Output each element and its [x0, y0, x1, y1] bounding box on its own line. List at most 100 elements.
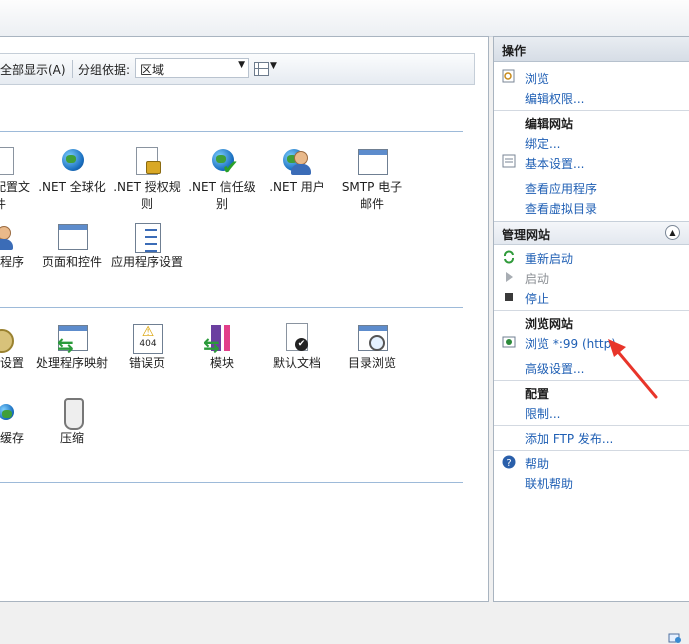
- feature-label: 应用程序设置: [110, 255, 183, 269]
- feature-item-smtp-email[interactable]: SMTP 电子邮件: [332, 145, 412, 213]
- feature-label: .NET 授权规则: [113, 180, 181, 211]
- basic-settings-link[interactable]: 基本设置...: [525, 155, 584, 172]
- config-heading: 配置: [525, 387, 550, 401]
- restart-link[interactable]: 重新启动: [525, 250, 573, 267]
- settings-icon: [0, 321, 20, 355]
- feature-label: 处理程序映射: [35, 356, 108, 370]
- config-file-icon: [0, 145, 20, 179]
- feature-item-net-users[interactable]: .NET 用户: [257, 145, 337, 196]
- feature-item-app-settings[interactable]: 应用程序设置: [107, 220, 187, 271]
- feature-item-net-authorization[interactable]: .NET 授权规则: [107, 145, 187, 213]
- features-view: [0, 36, 489, 602]
- lock-icon: [130, 145, 164, 179]
- globe-icon: [55, 145, 89, 179]
- feature-item-handler-mapping[interactable]: ⇆ 处理程序映射: [32, 321, 112, 372]
- feature-item-settings[interactable]: 设置: [0, 321, 34, 372]
- title-bar: [0, 0, 689, 37]
- annotation-arrow-icon: [608, 339, 658, 399]
- modules-icon: ⇆: [203, 321, 239, 357]
- browse-site-icon: [502, 336, 516, 348]
- feature-item-cache[interactable]: 缓存: [0, 396, 34, 447]
- feature-item-directory-browse[interactable]: 目录浏览: [332, 321, 412, 372]
- toolbar-separator: [72, 60, 73, 78]
- feature-label: 错误页: [128, 356, 165, 370]
- feature-label: 目录浏览: [347, 356, 396, 370]
- feature-label: 模块: [209, 356, 234, 370]
- feature-label: 设置: [0, 356, 25, 370]
- help-icon: ?: [502, 455, 516, 469]
- group-divider: [0, 131, 463, 132]
- edit-site-heading: 编辑网站: [525, 117, 574, 131]
- group-by-label: 分组依据:: [78, 63, 131, 77]
- group-by-select[interactable]: 区域 ▼: [135, 58, 249, 78]
- svg-text:?: ?: [506, 458, 511, 469]
- feature-label: 页面和控件: [41, 255, 102, 269]
- actions-title: 操作: [502, 44, 527, 58]
- handler-mapping-icon: ⇆: [55, 321, 89, 357]
- group-by-value: 区域: [140, 63, 165, 77]
- feature-label: .NET 全球化: [38, 180, 106, 194]
- actions-pane: 操作 浏览 编辑权限... 编辑网站 绑定... 基本设置... 查看应用程序 …: [493, 36, 689, 602]
- group-divider: [0, 482, 463, 483]
- actions-header: 操作: [494, 37, 689, 62]
- view-applications-link[interactable]: 查看应用程序: [525, 180, 597, 197]
- stop-icon: [505, 293, 513, 301]
- feature-item-net-globalization[interactable]: .NET 全球化: [32, 145, 112, 196]
- manage-site-section[interactable]: 管理网站 ▲: [494, 221, 689, 245]
- feature-item-error-pages[interactable]: ⚠ 404 错误页: [107, 321, 187, 372]
- feature-label: 配置文件: [0, 180, 31, 211]
- feature-label: 压缩: [59, 431, 84, 445]
- advanced-settings-link[interactable]: 高级设置...: [525, 360, 584, 377]
- feature-label: 程序: [0, 255, 25, 269]
- restart-icon: [504, 250, 514, 264]
- browse-site-heading: 浏览网站: [525, 317, 574, 331]
- actions-divider: [494, 450, 689, 451]
- view-virtual-directories-link[interactable]: 查看虚拟目录: [525, 200, 597, 217]
- group-divider: [0, 307, 463, 308]
- feature-label: .NET 信任级别: [188, 180, 256, 211]
- chevron-down-icon: ▼: [270, 61, 277, 71]
- feature-item-config-file[interactable]: 配置文件: [0, 145, 34, 213]
- network-status-icon: [668, 633, 681, 643]
- status-bar: [0, 605, 689, 644]
- default-document-icon: ✔: [280, 321, 314, 355]
- feature-item-modules[interactable]: ⇆ 模块: [182, 321, 262, 372]
- cache-icon: [0, 396, 22, 430]
- view-mode-button[interactable]: ▼: [254, 61, 277, 77]
- start-icon: [506, 272, 513, 282]
- features-toolbar: 全部显示(A) 分组依据: 区域 ▼ ▼: [0, 53, 475, 85]
- chevron-down-icon: ▼: [238, 60, 245, 70]
- feature-item-compression[interactable]: 压缩: [32, 396, 112, 447]
- pages-controls-icon: [55, 220, 89, 254]
- feature-item-pages-controls[interactable]: 页面和控件: [32, 220, 112, 271]
- user-program-icon: [0, 220, 22, 254]
- bindings-link[interactable]: 绑定...: [525, 135, 560, 152]
- email-icon: [355, 145, 389, 179]
- start-link-disabled: 启动: [525, 272, 550, 286]
- add-ftp-publishing-link[interactable]: 添加 FTP 发布...: [525, 430, 613, 447]
- grid-view-icon: [254, 62, 269, 76]
- help-link[interactable]: 帮助: [525, 455, 549, 472]
- browse-icon: [502, 69, 515, 83]
- show-all-button[interactable]: 全部显示(A): [0, 61, 66, 78]
- feature-label: 缓存: [0, 431, 25, 445]
- feature-label: 默认文档: [272, 356, 321, 370]
- compression-icon: [55, 396, 89, 430]
- feature-item-net-trust-level[interactable]: ✔ .NET 信任级别: [182, 145, 262, 213]
- stop-link[interactable]: 停止: [525, 290, 549, 307]
- feature-item-default-document[interactable]: ✔ 默认文档: [257, 321, 337, 372]
- error-page-icon: ⚠ 404: [130, 321, 164, 355]
- app-settings-icon: [130, 220, 164, 254]
- feature-item-program[interactable]: 程序: [0, 220, 34, 271]
- browse-link[interactable]: 浏览: [525, 70, 549, 87]
- online-help-link[interactable]: 联机帮助: [525, 475, 573, 492]
- settings-page-icon: [502, 154, 516, 168]
- actions-divider: [494, 110, 689, 111]
- limits-link[interactable]: 限制...: [525, 405, 560, 422]
- edit-permissions-link[interactable]: 编辑权限...: [525, 90, 584, 107]
- feature-label: SMTP 电子邮件: [341, 180, 403, 211]
- directory-browse-icon: [355, 321, 389, 355]
- collapse-up-icon[interactable]: ▲: [665, 225, 680, 240]
- manage-site-heading: 管理网站: [502, 228, 551, 242]
- actions-divider: [494, 310, 689, 311]
